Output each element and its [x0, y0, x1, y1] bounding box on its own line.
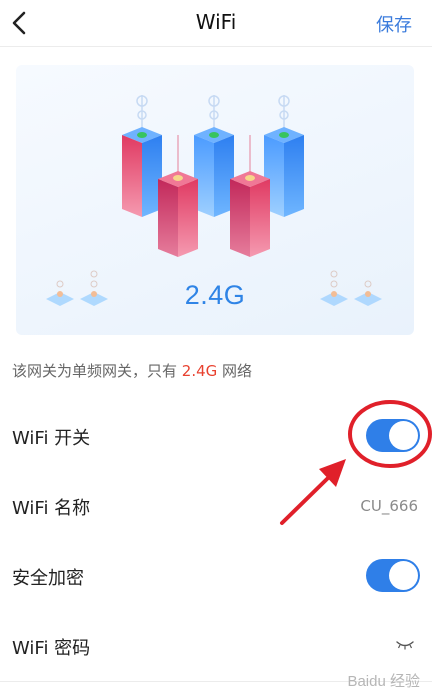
tower-back-middle: [194, 95, 234, 217]
wifi-switch-label: WiFi 开关: [12, 428, 91, 449]
eye-closed-icon[interactable]: [396, 640, 414, 650]
encryption-toggle[interactable]: [366, 559, 420, 592]
save-button[interactable]: 保存: [376, 11, 412, 37]
notice-text-after: 网络: [217, 362, 253, 380]
band-label: 2.4G: [184, 280, 246, 310]
band-illustration: 2.4G: [16, 65, 414, 335]
wifi-password-label: WiFi 密码: [12, 638, 91, 659]
wifi-switch-toggle[interactable]: [366, 419, 420, 452]
notice-section: 该网关为单频网关，只有 2.4G 网络: [0, 336, 432, 403]
page-title: WiFi: [195, 10, 237, 34]
tower-front-left: [158, 135, 198, 257]
toggle-knob: [389, 561, 418, 590]
wifi-switch-row: WiFi 开关: [0, 401, 432, 472]
encryption-row: 安全加密: [0, 541, 432, 612]
notice-highlight: 2.4G: [181, 362, 218, 380]
notice-text-before: 该网关为单频网关，只有: [12, 362, 182, 380]
watermark: Baidu 经验: [347, 673, 420, 690]
nav-bar: WiFi 保存: [0, 0, 432, 47]
tower-back-left: [122, 95, 162, 217]
wifi-name-label: WiFi 名称: [12, 498, 91, 519]
wifi-name-value: CU_666: [360, 497, 418, 515]
encryption-label: 安全加密: [12, 568, 84, 589]
wifi-name-row[interactable]: WiFi 名称 CU_666: [0, 471, 432, 542]
single-band-notice: 该网关为单频网关，只有 2.4G 网络: [12, 360, 252, 381]
toggle-knob: [389, 421, 418, 450]
